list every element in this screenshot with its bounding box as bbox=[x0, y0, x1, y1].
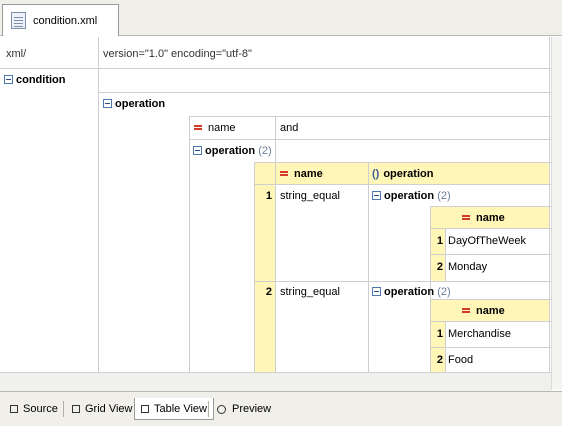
row-name-value[interactable]: string_equal bbox=[280, 188, 340, 204]
view-tab-bar: Source Grid View Table View Preview bbox=[0, 391, 562, 426]
sub-row-index: 2 bbox=[436, 261, 443, 273]
condition-element-node[interactable]: condition bbox=[4, 72, 66, 88]
preview-icon bbox=[217, 404, 226, 414]
tab-grid-view[interactable]: Grid View bbox=[66, 398, 138, 420]
tab-source[interactable]: Source bbox=[4, 398, 64, 420]
attribute-icon bbox=[462, 215, 470, 220]
row-operation-node[interactable]: operation (2) bbox=[372, 284, 451, 300]
row-index-column bbox=[254, 184, 275, 372]
sub-row-index: 2 bbox=[436, 354, 443, 366]
sub-name-header[interactable]: name bbox=[462, 210, 505, 226]
attribute-icon bbox=[462, 308, 470, 313]
sub-row-value[interactable]: DayOfTheWeek bbox=[448, 233, 526, 249]
horizontal-scrollbar[interactable] bbox=[0, 372, 551, 391]
sub-row-index: 1 bbox=[436, 235, 443, 247]
name-attribute-value[interactable]: and bbox=[280, 120, 298, 136]
sub-row-value[interactable]: Monday bbox=[448, 259, 487, 275]
sub-row-value[interactable]: Food bbox=[448, 352, 473, 368]
name-attribute-label: name bbox=[194, 120, 236, 136]
tab-preview[interactable]: Preview bbox=[211, 398, 277, 420]
name-column-header[interactable]: name bbox=[280, 166, 323, 182]
vertical-scrollbar[interactable] bbox=[551, 37, 562, 390]
operation-element-node[interactable]: operation bbox=[103, 96, 165, 112]
nested-operation-node[interactable]: operation (2) bbox=[193, 143, 272, 159]
source-view-icon bbox=[10, 405, 18, 413]
sub-name-header[interactable]: name bbox=[462, 303, 505, 319]
row-operation-node[interactable]: operation (2) bbox=[372, 188, 451, 204]
sub-row-value[interactable]: Merchandise bbox=[448, 326, 511, 342]
xml-declaration-value[interactable]: version="1.0" encoding="utf-8" bbox=[103, 46, 252, 62]
tab-table-view[interactable]: Table View bbox=[134, 398, 214, 420]
attribute-icon bbox=[194, 125, 202, 130]
operation-column-header[interactable]: () operation bbox=[372, 166, 433, 182]
collapse-row-operation-icon[interactable] bbox=[372, 287, 381, 296]
collapse-row-operation-icon[interactable] bbox=[372, 191, 381, 200]
row-index: 2 bbox=[265, 286, 272, 298]
collapse-operation-icon[interactable] bbox=[103, 99, 112, 108]
grid-view-icon bbox=[72, 405, 80, 413]
row-name-value[interactable]: string_equal bbox=[280, 284, 340, 300]
tab-separator bbox=[208, 401, 209, 417]
attribute-icon bbox=[280, 171, 288, 176]
element-group-icon: () bbox=[372, 168, 380, 180]
xml-declaration-label: xml/ bbox=[6, 48, 27, 60]
tab-separator bbox=[63, 401, 64, 417]
row-index: 1 bbox=[265, 190, 272, 202]
collapse-condition-icon[interactable] bbox=[4, 75, 13, 84]
table-view-icon bbox=[141, 404, 149, 413]
xml-table-grid: xml/ version="1.0" encoding="utf-8" cond… bbox=[0, 0, 562, 425]
sub-row-index: 1 bbox=[436, 328, 443, 340]
collapse-nested-operation-icon[interactable] bbox=[193, 146, 202, 155]
